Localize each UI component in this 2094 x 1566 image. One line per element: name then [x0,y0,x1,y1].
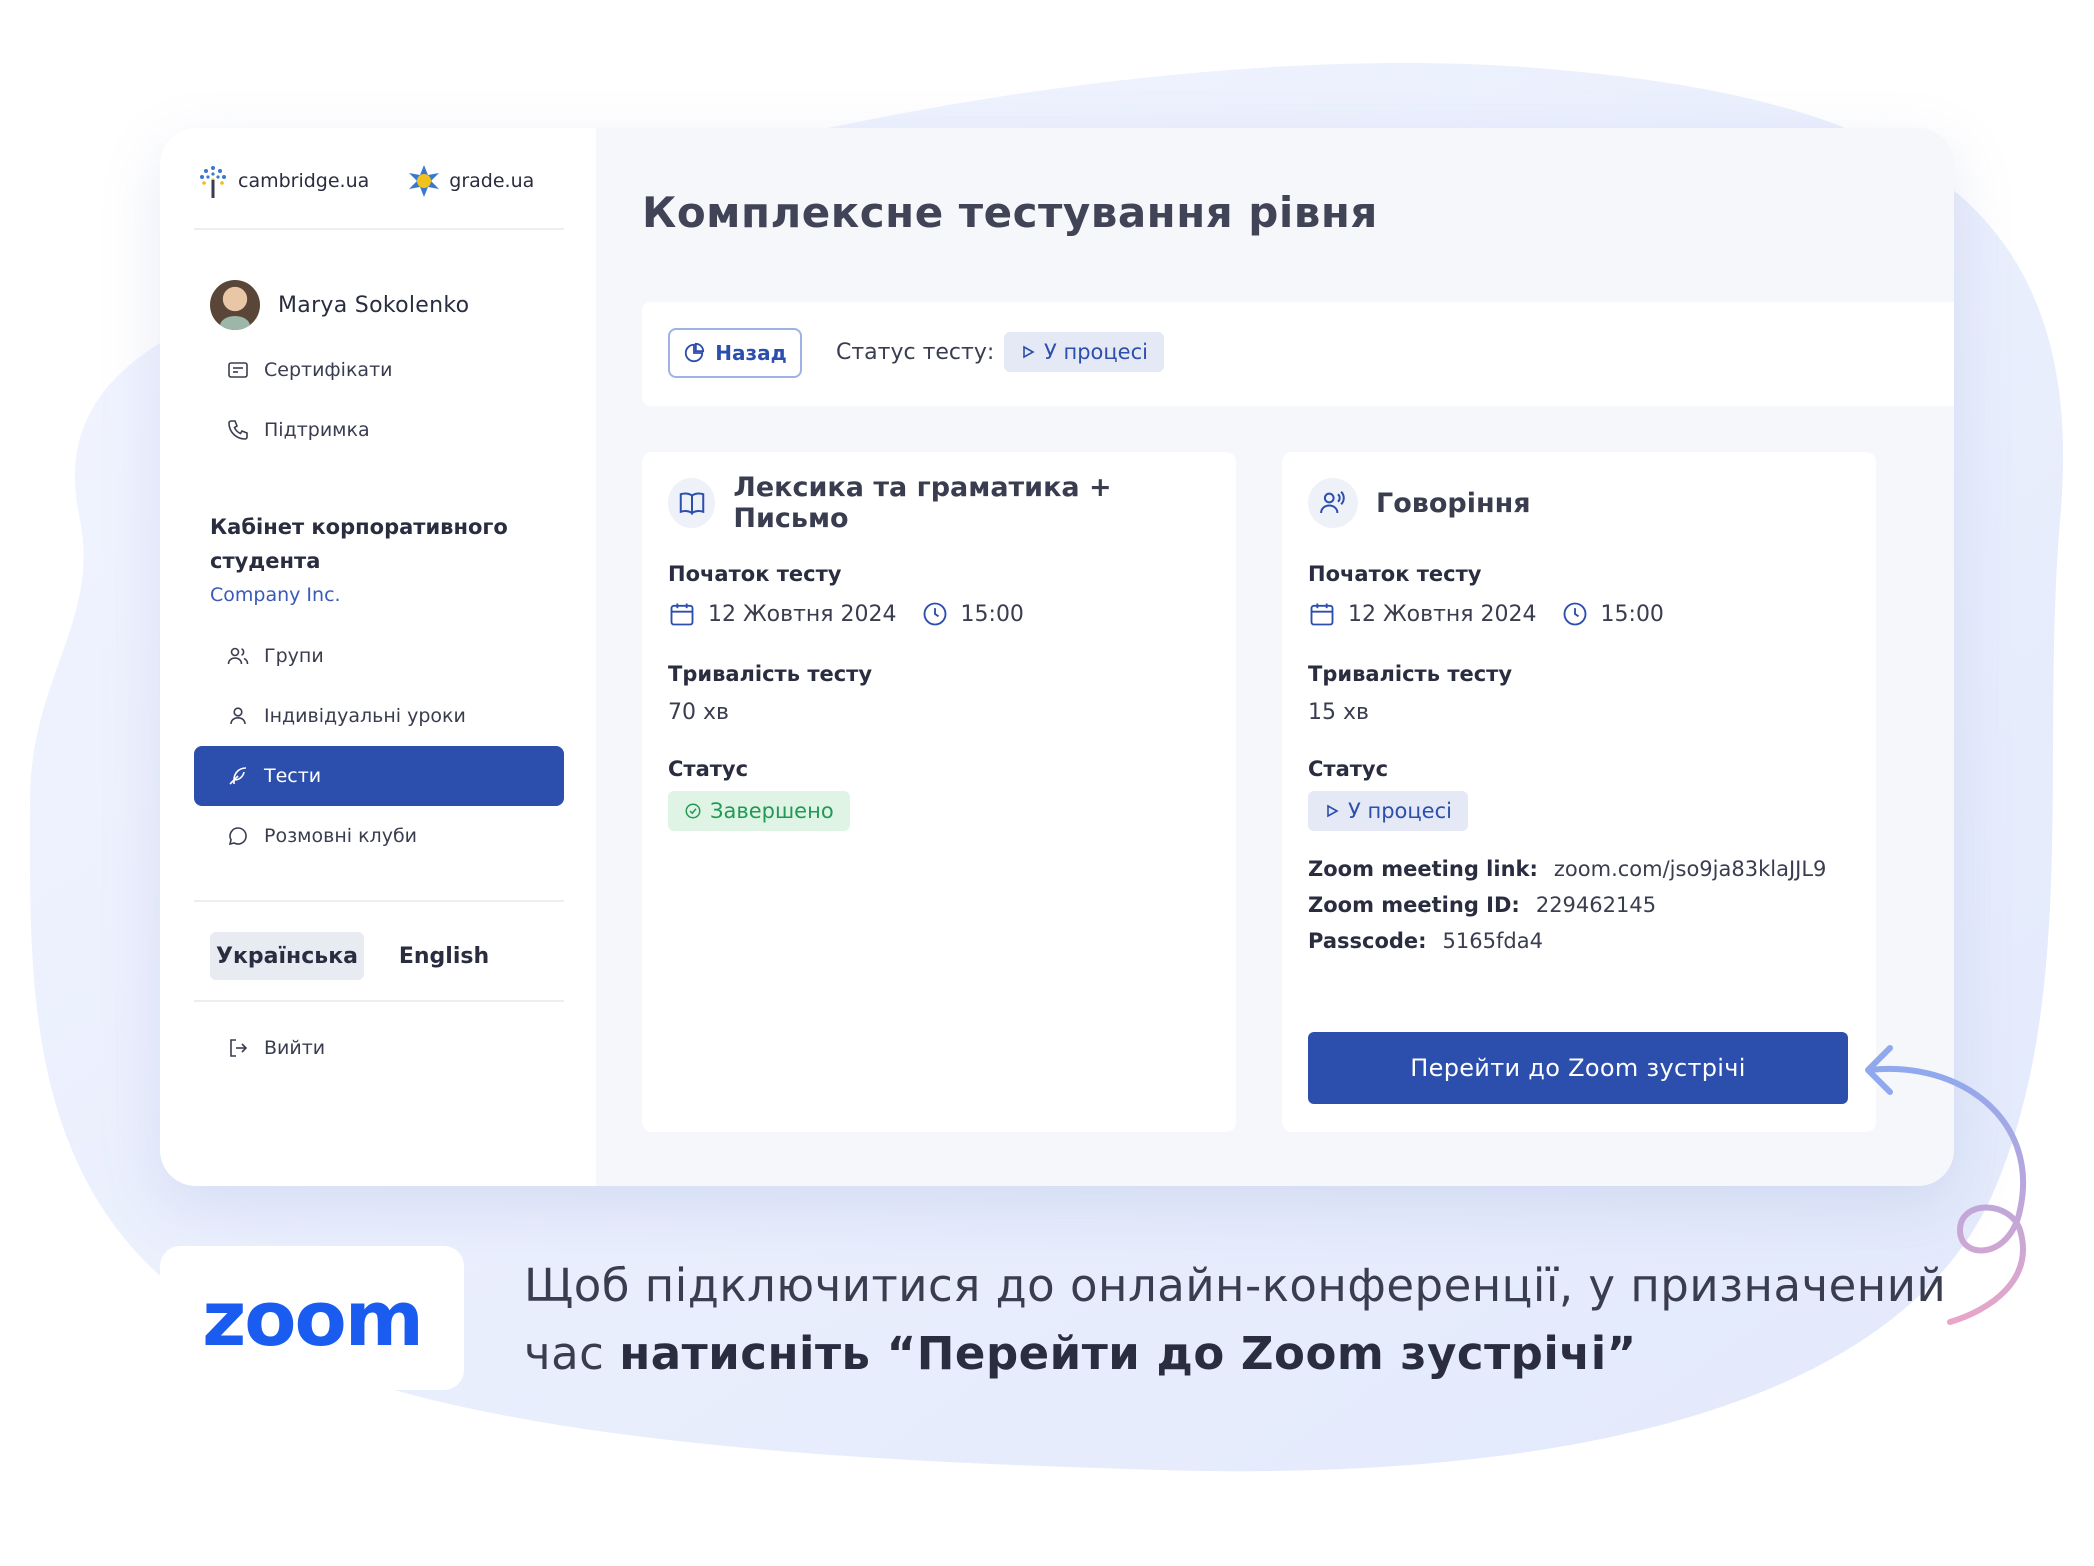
card-title: Говоріння [1376,487,1531,519]
start-label: Початок тесту [668,562,842,586]
book-icon [668,478,716,528]
language-ukrainian[interactable]: Українська [210,932,364,980]
clock-icon [923,602,946,626]
sidebar-item-groups[interactable]: Групи [194,626,564,686]
section-title: Кабінет корпоративного студента [210,515,508,573]
sidebar: cambridge.ua grade.ua Marya Sokolenko Се… [160,128,596,1186]
logos: cambridge.ua grade.ua [194,162,534,200]
users-icon [227,647,249,665]
tree-icon [200,166,226,198]
passcode-row: Passcode: 5165fda4 [1308,929,1850,953]
status-badge: У процесі [1308,791,1468,831]
card-title: Лексика та граматика + Письмо [733,472,1112,534]
cambridge-logo-text: cambridge.ua [238,170,370,192]
passcode-label: Passcode: [1308,929,1427,953]
status-badge: Завершено [668,791,850,831]
sidebar-item-certificates[interactable]: Сертифікати [194,340,564,400]
user-name: Marya Sokolenko [278,292,470,318]
sidebar-item-tests[interactable]: Тести [194,746,564,806]
app-window: cambridge.ua grade.ua Marya Sokolenko Се… [160,128,1954,1186]
back-button[interactable]: Назад [668,328,802,378]
zoom-link-row: Zoom meeting link: zoom.com/jso9ja83klaJ… [1308,857,1850,881]
status-badge-text: У процесі [1348,799,1452,823]
test-card-grammar-writing: Лексика та граматика + Письмо Початок те… [642,452,1236,1132]
zoom-id-label: Zoom meeting ID: [1308,893,1520,917]
zoom-id-row: Zoom meeting ID: 229462145 [1308,893,1850,917]
pie-chart-icon [685,342,705,363]
test-card-speaking: Говоріння Початок тесту 12 Жовтня 2024 1… [1282,452,1876,1132]
speaking-person-icon [1308,478,1358,528]
start-label: Початок тесту [1308,562,1482,586]
feather-icon [229,767,247,785]
status-badge-text: У процесі [1044,340,1148,364]
logout-icon [230,1039,248,1057]
sidebar-item-label: Розмовні клуби [264,825,418,847]
sidebar-item-label: Підтримка [264,419,370,441]
duration-label: Тривалість тесту [1308,662,1513,686]
divider [194,1000,564,1002]
status-label: Статус [668,757,749,781]
certificate-icon [228,362,248,378]
caption-bold-text: натисніть “Перейти до Zoom зустрічі” [619,1327,1637,1380]
sunburst-icon [409,165,440,197]
cambridge-logo[interactable]: cambridge.ua [194,162,369,200]
duration-label: Тривалість тесту [668,662,873,686]
play-icon [1023,345,1035,359]
duration-value: 70 хв [668,700,729,725]
zoom-logo: zoom [202,1273,424,1363]
status-badge: У процесі [1004,332,1164,372]
company-name[interactable]: Company Inc. [210,584,341,606]
status-label: Статус [1308,757,1389,781]
zoom-id: 229462145 [1535,893,1657,917]
zoom-link-label: Zoom meeting link: [1308,857,1538,881]
play-icon [1327,804,1339,818]
clock-icon [1563,602,1586,626]
join-zoom-button[interactable]: Перейти до Zoom зустрічі [1308,1032,1848,1104]
grade-logo-text: grade.ua [449,170,535,192]
user-icon [230,707,246,725]
check-circle-icon [685,803,701,819]
language-english[interactable]: English [378,932,510,980]
divider [194,228,564,230]
test-status-bar: Назад Статус тесту: У процесі [642,302,1954,406]
page-title: Комплексне тестування рівня [642,188,1378,237]
start-time: 15:00 [1600,601,1664,627]
start-time: 15:00 [960,601,1024,627]
start-date: 12 Жовтня 2024 [1348,601,1537,627]
grade-logo[interactable]: grade.ua [405,162,534,200]
sidebar-item-individual-lessons[interactable]: Індивідуальні уроки [194,686,564,746]
test-status-label: Статус тесту: [836,340,995,365]
chat-icon [228,827,247,846]
sidebar-item-label: Тести [264,765,322,787]
user-profile[interactable]: Marya Sokolenko [210,280,469,330]
duration-value: 15 хв [1308,700,1369,725]
avatar [210,280,260,330]
back-button-label: Назад [715,341,787,365]
phone-icon [228,420,248,440]
divider [194,900,564,902]
instruction-caption: Щоб підключитися до онлайн-конференції, … [524,1252,1964,1388]
sidebar-item-label: Групи [264,645,324,667]
sidebar-item-label: Сертифікати [264,359,393,381]
sidebar-item-speaking-clubs[interactable]: Розмовні клуби [194,806,564,866]
zoom-logo-card: zoom [160,1246,464,1390]
zoom-link[interactable]: zoom.com/jso9ja83klaJJL9 [1554,857,1827,881]
start-date: 12 Жовтня 2024 [708,601,897,627]
sidebar-item-label: Індивідуальні уроки [264,705,466,727]
status-badge-text: Завершено [710,799,834,823]
calendar-icon [1310,603,1334,626]
logout-button[interactable]: Вийти [194,1018,564,1078]
sidebar-item-support[interactable]: Підтримка [194,400,564,460]
calendar-icon [670,603,694,626]
passcode: 5165fda4 [1442,929,1543,953]
logout-label: Вийти [264,1037,326,1059]
